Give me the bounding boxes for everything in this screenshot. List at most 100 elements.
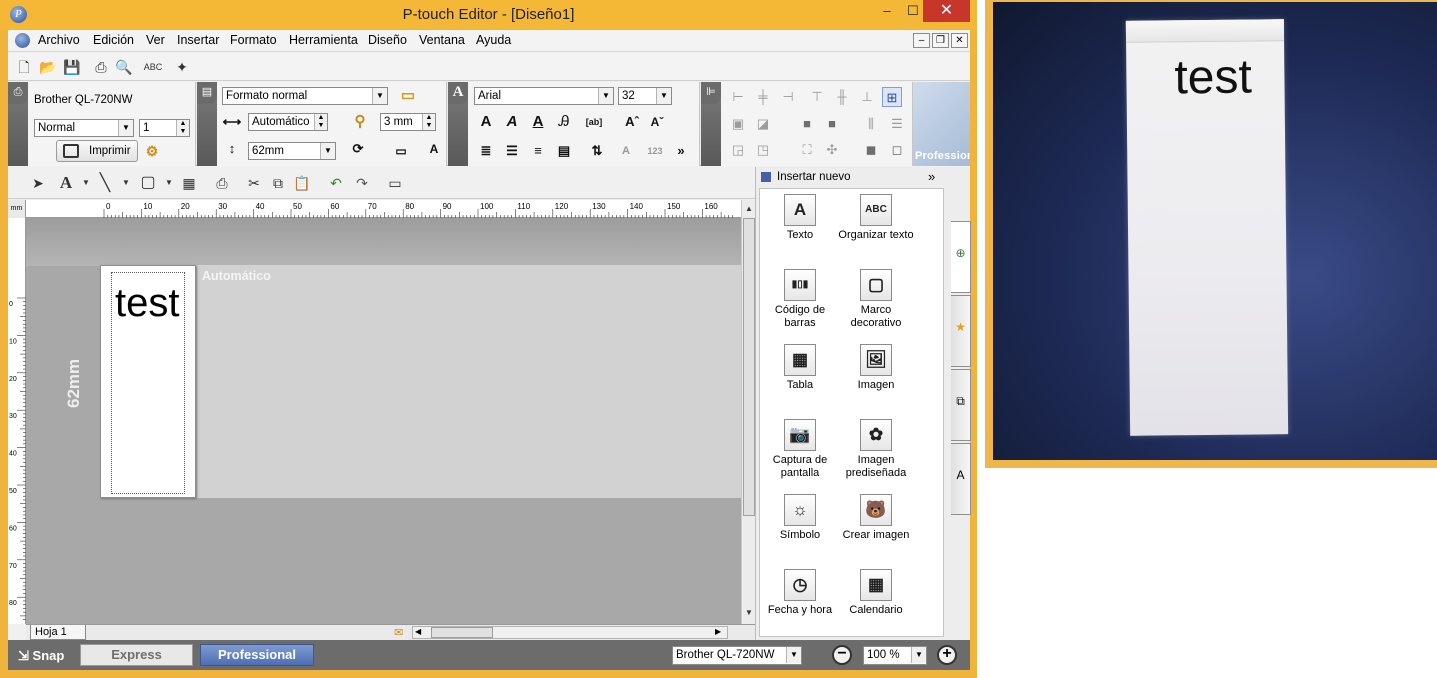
arrange-section-icon[interactable]: ⊫ <box>701 82 721 104</box>
tab-favorites[interactable]: ★ <box>951 295 971 367</box>
menu-archivo[interactable]: Archivo <box>38 33 80 47</box>
insert-date-time-button[interactable]: ◷ Fecha y hora <box>762 566 838 636</box>
chevron-down-icon[interactable]: ▼ <box>598 88 613 104</box>
insert-screen-capture-button[interactable]: 📷 Captura de pantalla <box>762 416 838 486</box>
menu-insertar[interactable]: Insertar <box>177 33 219 47</box>
collapse-panel-icon[interactable]: » <box>928 167 935 187</box>
add-sheet-icon[interactable]: ✉ <box>394 626 403 639</box>
numbering-icon[interactable]: 123 <box>644 140 666 162</box>
underline-icon[interactable]: A <box>527 111 549 133</box>
layout-section-icon[interactable]: ▤ <box>197 82 217 104</box>
select-arrow-icon[interactable]: ➤ <box>28 173 48 193</box>
menu-herramienta[interactable]: Herramienta <box>289 33 358 47</box>
insert-arrange-text-button[interactable]: ABC Organizar texto <box>838 191 914 261</box>
align-h-center-icon[interactable]: ╪ <box>753 87 773 107</box>
align-left-edge-icon[interactable]: ⊢ <box>728 87 748 107</box>
insert-create-image-button[interactable]: 🐻 Crear imagen <box>838 491 914 561</box>
resize-icon[interactable]: ⛶ <box>797 140 817 160</box>
copies-stepper[interactable]: 1 ▲ ▼ <box>139 119 190 137</box>
insert-symbol-button[interactable]: ☼ Símbolo <box>762 491 838 561</box>
status-printer-select[interactable]: Brother QL-720NW ▼ <box>672 646 802 665</box>
redo-icon[interactable]: ↷ <box>352 173 372 193</box>
chevron-down-icon[interactable]: ▼ <box>372 88 387 104</box>
same-width-icon[interactable]: ■ <box>797 114 817 134</box>
scroll-left-icon[interactable]: ◀ <box>415 627 421 636</box>
group-icon[interactable]: ▣ <box>728 114 748 134</box>
doc-restore-button[interactable]: ❐ <box>932 33 949 48</box>
auto-length-area[interactable]: Automático <box>196 265 741 498</box>
doc-minimize-button[interactable]: – <box>913 33 930 48</box>
auto-fit-icon[interactable]: ⚲ <box>349 111 371 133</box>
menu-diseno[interactable]: Diseño <box>368 33 407 47</box>
horizontal-scroll-thumb[interactable] <box>431 627 493 638</box>
zoom-out-button[interactable]: − <box>832 645 852 665</box>
align-top-icon[interactable]: ⊤ <box>807 87 827 107</box>
align-left-icon[interactable]: ≣ <box>475 140 497 162</box>
document-icon[interactable] <box>15 33 30 48</box>
layout-canvas[interactable]: Automático test 62mm <box>26 218 741 624</box>
line-tool-icon[interactable]: ╲ <box>95 173 115 193</box>
copy-icon[interactable]: ⧉ <box>268 173 288 193</box>
print-area[interactable]: test <box>111 272 185 494</box>
tab-properties[interactable]: A <box>951 443 971 515</box>
undo-icon[interactable]: ↶ <box>326 173 346 193</box>
insert-clip-art-button[interactable]: ✿ Imagen prediseñada <box>838 416 914 486</box>
paste-icon[interactable]: 📋 <box>292 173 312 193</box>
justify-icon[interactable]: ▤ <box>553 140 575 162</box>
insert-table-button[interactable]: ▦ Tabla <box>762 341 838 411</box>
save-icon[interactable]: 💾 <box>62 57 82 77</box>
menu-ayuda[interactable]: Ayuda <box>476 33 511 47</box>
flip-icon[interactable]: ◲ <box>728 140 748 160</box>
format-select[interactable]: Formato normal ▼ <box>222 87 388 105</box>
insert-image-button[interactable]: 🖼 Imagen <box>838 341 914 411</box>
ungroup-icon[interactable]: ◪ <box>753 114 773 134</box>
menu-ventana[interactable]: Ventana <box>419 33 465 47</box>
tape-color-icon[interactable]: ▭ <box>397 85 419 107</box>
chevron-down-icon[interactable]: ▼ <box>656 88 671 104</box>
scroll-down-icon[interactable]: ▼ <box>743 606 755 620</box>
scroll-up-icon[interactable]: ▲ <box>743 202 755 216</box>
snap-button[interactable]: ⇲ Snap <box>18 648 64 664</box>
tab-insert-new[interactable]: ⊕ <box>951 221 971 293</box>
wizard-icon[interactable]: ✦ <box>172 57 192 77</box>
table-tool-icon[interactable]: ▦ <box>179 173 199 193</box>
font-family-select[interactable]: Arial ▼ <box>474 87 614 105</box>
spin-arrows-icon[interactable]: ▲ ▼ <box>422 114 435 130</box>
length-stepper[interactable]: Automático ▲ ▼ <box>248 113 328 131</box>
properties-icon[interactable]: ▭ <box>385 173 405 193</box>
italic-icon[interactable]: A <box>501 111 523 133</box>
align-v-center-icon[interactable]: ╫ <box>832 87 852 107</box>
chevron-down-icon[interactable]: ▼ <box>786 647 801 663</box>
font-section-icon[interactable]: A <box>448 82 468 104</box>
distribute-h-icon[interactable]: ⫼ <box>861 114 881 134</box>
insert-barcode-button[interactable]: ▮▯▮ Código de barras <box>762 266 838 336</box>
title-bar[interactable]: P P-touch Editor - [Diseño1] ‒ ☐ ✕ <box>0 0 977 30</box>
spin-arrows-icon[interactable]: ▲ ▼ <box>176 120 189 136</box>
same-height-icon[interactable]: ■ <box>822 114 842 134</box>
char-spacing-icon[interactable]: [ab] <box>583 111 605 133</box>
zoom-in-button[interactable]: + <box>937 645 957 665</box>
spell-check-icon[interactable]: ABC <box>143 57 163 77</box>
shrink-font-icon[interactable]: Aˇ <box>646 111 668 133</box>
horizontal-scrollbar[interactable]: ◀ ▶ <box>412 626 728 639</box>
text-tool-icon[interactable]: A <box>56 173 76 193</box>
print-icon[interactable]: ⎙ <box>91 57 111 77</box>
close-button[interactable]: ✕ <box>923 0 970 22</box>
tape-width-select[interactable]: 62mm ▼ <box>248 142 336 160</box>
spin-arrows-icon[interactable]: ▲ ▼ <box>314 114 327 130</box>
align-bottom-icon[interactable]: ⊥ <box>857 87 877 107</box>
insert-calendar-button[interactable]: ▦ Calendario <box>838 566 914 636</box>
vertical-align-icon[interactable]: ⇅ <box>586 140 608 162</box>
grow-font-icon[interactable]: Aˆ <box>621 111 643 133</box>
menu-edicion[interactable]: Edición <box>93 33 134 47</box>
font-size-select[interactable]: 32 ▼ <box>618 87 672 105</box>
margin-stepper[interactable]: 3 mm ▲ ▼ <box>380 113 436 131</box>
chevron-down-icon[interactable]: ▼ <box>320 143 335 159</box>
bring-front-icon[interactable]: ◼ <box>861 140 881 160</box>
more-icon[interactable]: » <box>670 140 692 162</box>
line-tool-dropdown-icon[interactable]: ▼ <box>116 173 136 193</box>
label-paper[interactable]: test <box>100 265 196 498</box>
vertical-scroll-thumb[interactable] <box>743 218 755 516</box>
menu-ver[interactable]: Ver <box>146 33 165 47</box>
fit-icon[interactable]: ✣ <box>822 140 842 160</box>
